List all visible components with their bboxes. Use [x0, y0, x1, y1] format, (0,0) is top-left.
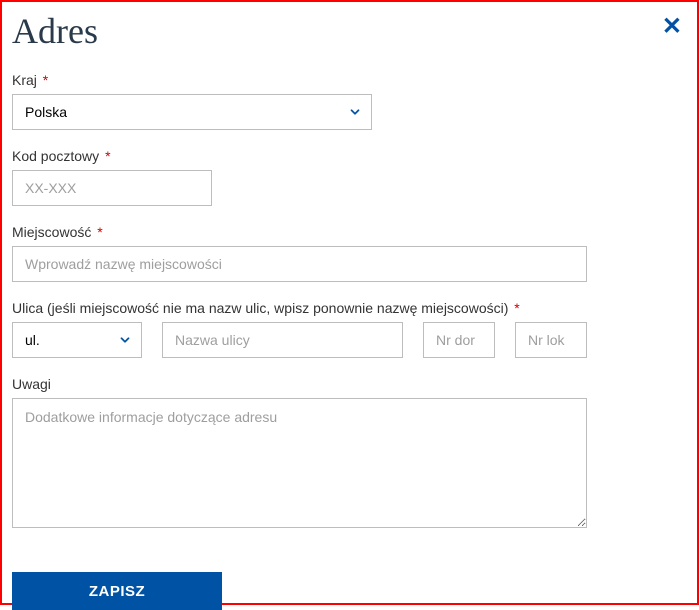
- notes-label: Uwagi: [12, 376, 687, 392]
- required-mark: *: [97, 224, 102, 240]
- street-label: Ulica (jeśli miejscowość nie ma nazw uli…: [12, 300, 687, 316]
- street-name-input[interactable]: [162, 322, 403, 358]
- city-label: Miejscowość *: [12, 224, 687, 240]
- close-button[interactable]: ✕: [657, 10, 687, 44]
- save-button[interactable]: ZAPISZ: [12, 572, 222, 610]
- street-label-text: Ulica (jeśli miejscowość nie ma nazw uli…: [12, 300, 508, 316]
- apt-number-input[interactable]: [515, 322, 587, 358]
- street-prefix-value: ul.: [25, 332, 40, 348]
- street-prefix-select[interactable]: ul.: [12, 322, 142, 358]
- city-label-text: Miejscowość: [12, 224, 91, 240]
- country-select[interactable]: Polska: [12, 94, 372, 130]
- postal-label: Kod pocztowy *: [12, 148, 687, 164]
- required-mark: *: [514, 300, 519, 316]
- country-label-text: Kraj: [12, 72, 37, 88]
- notes-textarea[interactable]: [12, 398, 587, 528]
- required-mark: *: [105, 148, 110, 164]
- postal-label-text: Kod pocztowy: [12, 148, 99, 164]
- country-label: Kraj *: [12, 72, 687, 88]
- country-value: Polska: [25, 104, 67, 120]
- city-input[interactable]: [12, 246, 587, 282]
- required-mark: *: [43, 72, 48, 88]
- close-icon: ✕: [662, 13, 682, 40]
- page-title: Adres: [12, 10, 98, 52]
- house-number-input[interactable]: [423, 322, 495, 358]
- postal-input[interactable]: [12, 170, 212, 206]
